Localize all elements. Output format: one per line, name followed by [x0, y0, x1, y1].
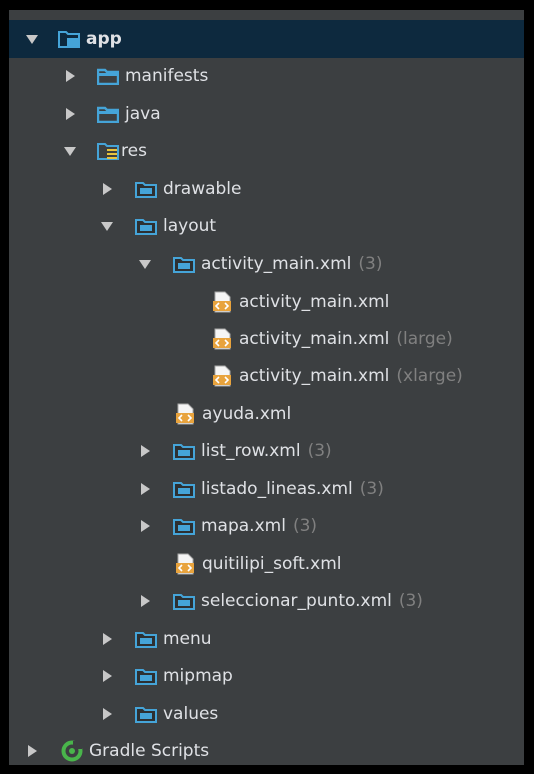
resource-folder-icon [97, 132, 119, 170]
variant-count: (3) [358, 254, 383, 274]
collapsed-arrow-icon[interactable] [61, 95, 79, 133]
tree-item-label: values [163, 704, 219, 724]
tree-item-drawable[interactable]: drawable [9, 170, 524, 208]
expanded-arrow-icon[interactable] [23, 20, 41, 58]
xml-file-icon [211, 283, 233, 321]
resource-subfolder-icon [173, 470, 195, 508]
project-tree-panel: app manifests java res drawable layout a… [9, 10, 524, 765]
tree-item-label: drawable [163, 179, 242, 199]
tree-item-label: activity_main.xml [239, 292, 390, 312]
module-folder-icon [58, 20, 80, 58]
collapsed-arrow-icon[interactable] [61, 57, 79, 95]
collapsed-arrow-icon[interactable] [136, 582, 154, 620]
variant-count: (3) [292, 516, 318, 536]
tree-item-label: res [121, 141, 147, 161]
tree-item-activity-main-default[interactable]: activity_main.xml [9, 283, 524, 321]
collapsed-arrow-icon[interactable] [136, 507, 154, 545]
tree-item-app[interactable]: app [9, 20, 524, 58]
tree-item-label: menu [163, 629, 212, 649]
tree-item-quitilipi-soft[interactable]: quitilipi_soft.xml [9, 545, 524, 583]
tree-item-activity-main-group[interactable]: activity_main.xml (3) [9, 245, 524, 283]
source-folder-icon [97, 57, 119, 95]
tree-item-label: ayuda.xml [202, 404, 292, 424]
qualifier-label: (large) [396, 329, 453, 349]
collapsed-arrow-icon[interactable] [23, 732, 41, 765]
tree-item-label: app [86, 29, 122, 49]
tree-item-label: manifests [125, 66, 209, 86]
tree-item-activity-main-xlarge[interactable]: activity_main.xml (xlarge) [9, 357, 524, 395]
collapsed-arrow-icon[interactable] [98, 695, 116, 733]
tree-item-label: activity_main.xml [201, 254, 352, 274]
xml-file-icon [211, 320, 233, 358]
resource-subfolder-icon [135, 657, 157, 695]
tree-item-label: seleccionar_punto.xml [201, 591, 392, 611]
resource-subfolder-icon [173, 582, 195, 620]
xml-file-icon [211, 357, 233, 395]
tree-item-label: java [125, 104, 161, 124]
resource-subfolder-icon [135, 620, 157, 658]
variant-count: (3) [307, 441, 332, 461]
tree-item-menu[interactable]: menu [9, 620, 524, 658]
variant-count: (3) [359, 479, 384, 499]
tree-item-res[interactable]: res [9, 132, 524, 170]
collapsed-arrow-icon[interactable] [98, 620, 116, 658]
qualifier-label: (xlarge) [396, 366, 463, 386]
collapsed-arrow-icon[interactable] [136, 470, 154, 508]
tree-item-label: mapa.xml [201, 516, 286, 536]
tree-item-values[interactable]: values [9, 695, 524, 733]
tree-item-label: activity_main.xml [239, 329, 390, 349]
tree-item-label: mipmap [163, 666, 233, 686]
resource-subfolder-icon [135, 170, 157, 208]
collapsed-arrow-icon[interactable] [98, 170, 116, 208]
gradle-icon [61, 732, 83, 765]
expanded-arrow-icon[interactable] [98, 207, 116, 245]
variant-count: (3) [398, 591, 423, 611]
tree-item-manifests[interactable]: manifests [9, 57, 524, 95]
tree-item-label: quitilipi_soft.xml [202, 554, 342, 574]
source-folder-icon [97, 95, 119, 133]
collapsed-arrow-icon[interactable] [98, 657, 116, 695]
tree-item-layout[interactable]: layout [9, 207, 524, 245]
tree-item-java[interactable]: java [9, 95, 524, 133]
collapsed-arrow-icon[interactable] [136, 432, 154, 470]
tree-item-mipmap[interactable]: mipmap [9, 657, 524, 695]
tree-item-ayuda[interactable]: ayuda.xml [9, 395, 524, 433]
resource-subfolder-icon [173, 432, 195, 470]
tree-item-mapa[interactable]: mapa.xml (3) [9, 507, 524, 545]
tree-item-label: layout [163, 216, 217, 236]
tree-item-activity-main-large[interactable]: activity_main.xml (large) [9, 320, 524, 358]
xml-file-icon [174, 545, 196, 583]
tree-item-label: Gradle Scripts [89, 741, 210, 761]
tree-item-seleccionar-punto[interactable]: seleccionar_punto.xml (3) [9, 582, 524, 620]
tree-item-gradle-scripts[interactable]: Gradle Scripts [9, 732, 524, 765]
expanded-arrow-icon[interactable] [61, 132, 79, 170]
xml-file-icon [174, 395, 196, 433]
resource-subfolder-icon [135, 207, 157, 245]
tree-item-list-row[interactable]: list_row.xml (3) [9, 432, 524, 470]
resource-subfolder-icon [173, 507, 195, 545]
tree-item-listado-lineas[interactable]: listado_lineas.xml (3) [9, 470, 524, 508]
tree-item-label: activity_main.xml [239, 366, 390, 386]
tree-item-label: list_row.xml [201, 441, 301, 461]
resource-subfolder-icon [135, 695, 157, 733]
resource-subfolder-icon [173, 245, 195, 283]
tree-item-label: listado_lineas.xml [201, 479, 353, 499]
expanded-arrow-icon[interactable] [136, 245, 154, 283]
